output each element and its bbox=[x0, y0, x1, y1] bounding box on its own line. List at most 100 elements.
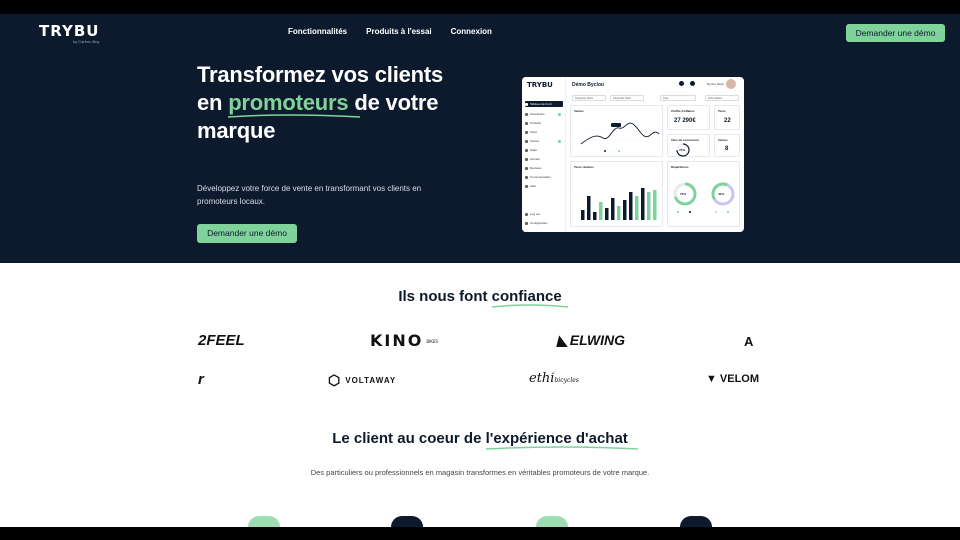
dashboard-nav-item: Aide bbox=[525, 183, 563, 189]
dashboard-nav-label: Accueil bbox=[530, 157, 540, 161]
dashboard-preview: TRYBU Tableau de bord Opérations Produit… bbox=[522, 77, 744, 232]
date-to-field: 31 janvier 2024 bbox=[610, 95, 644, 101]
dashboard-nav-label: Tableau de bord bbox=[530, 102, 552, 106]
nav-link-fonctionnalites[interactable]: Fonctionnalités bbox=[288, 27, 347, 36]
products-icon bbox=[525, 121, 528, 125]
activity-bar-chart bbox=[581, 188, 657, 220]
tests-icon bbox=[525, 130, 528, 134]
underline-decoration bbox=[485, 446, 638, 450]
partner-logo-2feel: 2FEEL bbox=[198, 332, 245, 349]
dashboard-nav-label: Communication bbox=[530, 175, 551, 179]
experience-description: Des particuliers ou professionnels en ma… bbox=[310, 468, 650, 477]
operations-icon bbox=[525, 112, 528, 116]
nav-link-connexion[interactable]: Connexion bbox=[451, 27, 492, 36]
repartition-card: Répartitions 70% 40% bbox=[667, 161, 740, 227]
nav-link-produits-essai[interactable]: Produits à l'essai bbox=[366, 27, 431, 36]
partner-logo-elwing-text: ELWING bbox=[569, 332, 626, 348]
dashboard-nav-item: Ventes bbox=[525, 138, 563, 144]
welcome-icon bbox=[525, 157, 528, 161]
dashboard-nav-item: Stats bbox=[525, 147, 563, 153]
trust-section-title: Ils nous font confiance bbox=[0, 288, 960, 308]
experience-title-pre: Le client au coeur de bbox=[332, 430, 486, 447]
sales-count-card: Ventes 8 bbox=[714, 134, 740, 157]
dashboard-nav-label: Opérations bbox=[530, 112, 545, 116]
tests-card: Tests 22 bbox=[714, 105, 740, 130]
dashboard-nav-label: Configuration bbox=[530, 221, 548, 225]
dashboard-nav-label: Aide bbox=[530, 184, 537, 188]
conversion-value: 76% bbox=[679, 148, 686, 152]
tests-value: 22 bbox=[724, 118, 731, 124]
dashboard-nav-label: Reviews bbox=[530, 166, 542, 170]
hero-title-line3: marque bbox=[197, 118, 276, 143]
partner-logo-elwing: ◣ ELWING bbox=[557, 332, 625, 349]
hero-title: Transformez vos clients en promoteurs de… bbox=[197, 61, 507, 145]
hero-title-line1: Transformez vos clients bbox=[197, 62, 444, 87]
conversion-card: Taux de conversion 76% bbox=[667, 134, 710, 157]
repartition-donuts bbox=[673, 182, 735, 213]
partner-logo-velom-text: VELOM bbox=[719, 373, 760, 385]
page-viewport: TRYBU by Carbon Buy Fonctionnalités Prod… bbox=[0, 14, 960, 527]
logout-icon bbox=[525, 212, 528, 216]
activity-chart-label: Tests réalisés bbox=[574, 165, 594, 169]
partner-logo-kino: KINO BIKES bbox=[370, 331, 438, 350]
hero-title-line2: en promoteurs de votre bbox=[197, 89, 507, 118]
dashboard-logo: TRYBU bbox=[527, 81, 553, 89]
voltaway-cube-icon: ⬡ bbox=[328, 372, 342, 388]
conversion-label: Taux de conversion bbox=[671, 138, 699, 142]
main-nav: Fonctionnalités Produits à l'essai Conne… bbox=[288, 27, 511, 36]
sales-line-chart-card: Ventes bbox=[570, 105, 663, 157]
chat-icon bbox=[679, 81, 684, 86]
partner-logo-velom: ▼ VELOM bbox=[706, 373, 760, 385]
trust-title-highlight: confiance bbox=[491, 288, 568, 308]
sales-icon bbox=[525, 139, 528, 143]
brand-name: TRYBU bbox=[39, 22, 100, 40]
dashboard-nav-item: Log out bbox=[525, 211, 563, 217]
underline-decoration bbox=[491, 304, 568, 308]
notification-dot bbox=[558, 139, 561, 143]
filter-info-field: Informations bbox=[705, 95, 739, 101]
dashboard-nav-label: Tests bbox=[530, 130, 538, 134]
hero-section: TRYBU by Carbon Buy Fonctionnalités Prod… bbox=[0, 14, 960, 263]
sales-count-value: 8 bbox=[725, 146, 729, 152]
partner-logo-voltaway: ⬡ VOLTAWAY bbox=[328, 372, 396, 389]
velom-mark-icon: ▼ bbox=[706, 373, 717, 385]
avatar bbox=[726, 79, 736, 89]
trust-title-pre: Ils nous font bbox=[398, 288, 492, 305]
partner-logo-ethi: ethibicycles bbox=[529, 371, 579, 386]
revenue-card: Chiffre d'affaires 27 290€ bbox=[667, 105, 710, 130]
feature-card-peek bbox=[391, 516, 423, 527]
help-icon bbox=[525, 184, 528, 188]
dashboard-nav-label: Stats bbox=[530, 148, 537, 152]
partner-logo-kino-text: KINO bbox=[370, 331, 424, 350]
revenue-label: Chiffre d'affaires bbox=[671, 109, 695, 113]
reviews-icon bbox=[525, 166, 528, 170]
brand-logo[interactable]: TRYBU by Carbon Buy bbox=[39, 22, 100, 45]
partner-logo-voltaway-text: VOLTAWAY bbox=[345, 376, 397, 385]
hero-title-en: en bbox=[197, 90, 229, 115]
dashboard-nav-item: Accueil bbox=[525, 156, 563, 162]
dashboard-nav-label: Log out bbox=[530, 212, 541, 216]
dashboard-nav-label: Produits bbox=[530, 121, 542, 125]
dashboard-nav-item: Communication bbox=[525, 174, 563, 180]
feature-card-peek bbox=[536, 516, 568, 527]
donut-2-value: 40% bbox=[718, 192, 725, 196]
filter-all-field: Tous bbox=[660, 95, 696, 101]
dashboard-nav-item: Tableau de bord bbox=[525, 101, 563, 107]
request-demo-button-header[interactable]: Demander une démo bbox=[846, 24, 945, 42]
partner-logo-r: r bbox=[198, 371, 204, 388]
partner-logo-a: A bbox=[744, 334, 754, 349]
notification-icon bbox=[690, 81, 695, 86]
partner-logo-ethi-sub: bicycles bbox=[554, 377, 579, 384]
settings-icon bbox=[525, 221, 528, 225]
dashboard-nav-item: Opérations bbox=[525, 111, 563, 117]
sales-line-chart bbox=[579, 119, 660, 152]
hero-description: Développez votre force de vente en trans… bbox=[197, 184, 422, 206]
tests-label: Tests bbox=[718, 109, 726, 113]
activity-bar-chart-card: Tests réalisés bbox=[570, 161, 663, 227]
repartition-label: Répartitions bbox=[671, 165, 689, 169]
dashboard-nav-item: Produits bbox=[525, 120, 563, 126]
dashboard-nav-item: Reviews bbox=[525, 165, 563, 171]
dashboard-user-name: Byclou Mock bbox=[707, 82, 725, 86]
request-demo-button-hero[interactable]: Demander une démo bbox=[197, 224, 297, 243]
donut-1-value: 70% bbox=[680, 192, 687, 196]
